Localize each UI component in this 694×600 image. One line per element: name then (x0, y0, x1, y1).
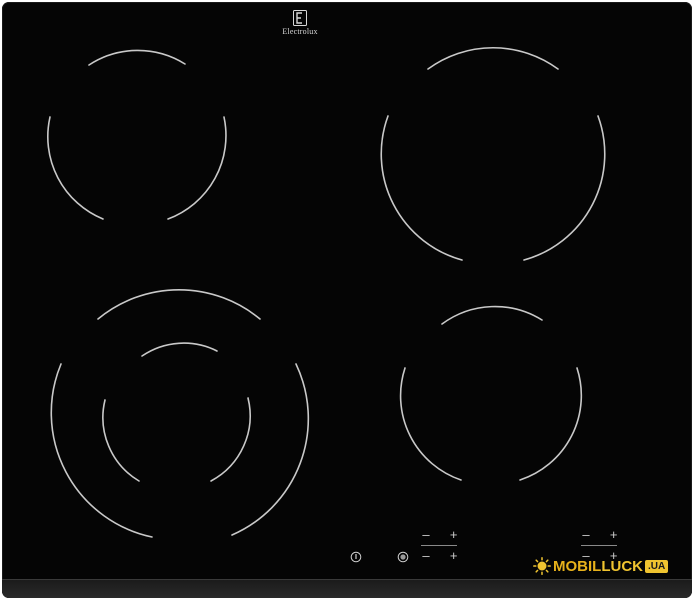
cooking-zone-bottom-right (399, 305, 583, 481)
minus-button[interactable]: – (419, 528, 433, 541)
minus-button[interactable]: – (579, 528, 593, 541)
watermark-ua: .UA (645, 559, 669, 573)
power-icon[interactable] (350, 551, 362, 563)
brand-logo: Electrolux (260, 10, 340, 36)
control-divider (581, 545, 617, 546)
zone-control-left-top: – + (419, 528, 461, 541)
cooktop-surface: Electrolux – + – + – + – + (2, 2, 692, 598)
watermark-mobil: MOBIL (553, 557, 602, 575)
cooking-zone-bottom-left (50, 289, 310, 538)
minus-button[interactable]: – (419, 549, 433, 562)
front-edge (2, 579, 692, 598)
plus-button[interactable]: + (447, 528, 461, 541)
electrolux-logo-icon (293, 10, 307, 26)
lock-icon[interactable] (397, 551, 409, 563)
plus-button[interactable]: + (607, 528, 621, 541)
brand-name: Electrolux (282, 27, 318, 36)
zone-control-right-top: – + (579, 528, 621, 541)
cooking-zone-top-right (380, 46, 606, 261)
sun-icon (533, 557, 551, 575)
plus-button[interactable]: + (447, 549, 461, 562)
watermark-luck: LUCK (601, 557, 643, 575)
watermark: MOBIL LUCK .UA (533, 555, 669, 577)
zone-control-left-bottom: – + (419, 549, 461, 562)
cooking-zone-top-left (47, 49, 227, 220)
cooking-zones (47, 46, 606, 538)
control-divider (421, 545, 457, 546)
